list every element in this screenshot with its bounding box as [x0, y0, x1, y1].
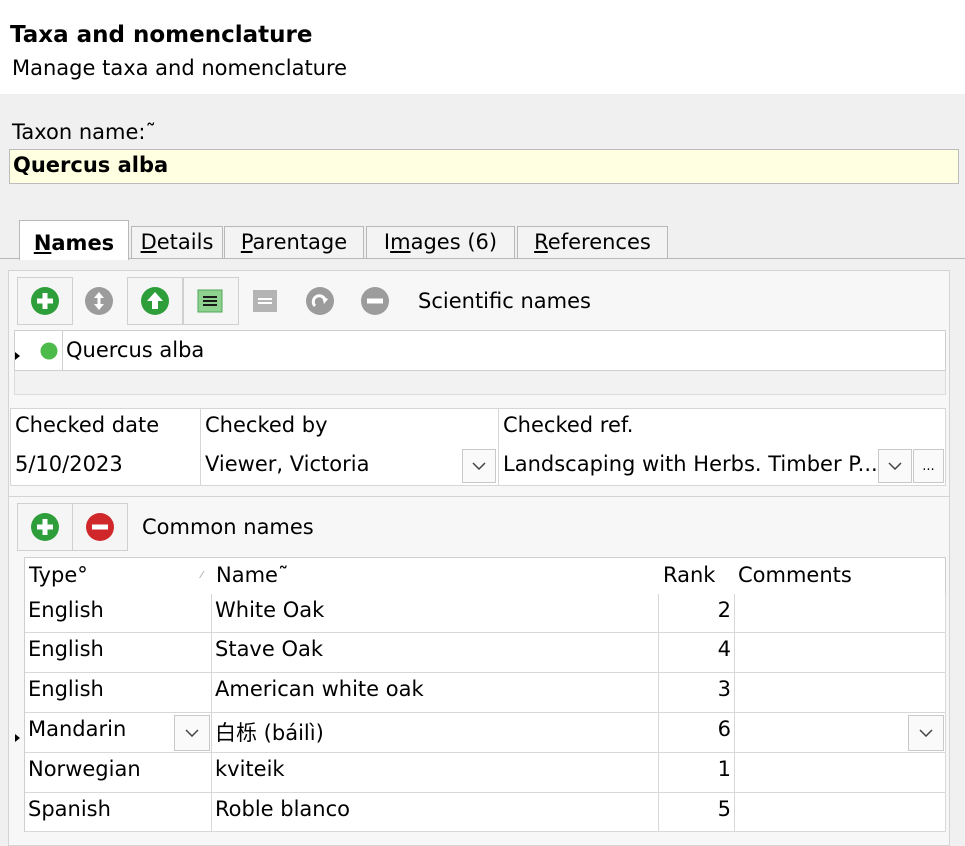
remove-scientific-name-button[interactable]	[349, 278, 401, 324]
table-cell-comments[interactable]	[735, 793, 946, 832]
checked-ref-value: Landscaping with Herbs. Timber P...	[503, 452, 878, 476]
table-cell-comments[interactable]	[735, 753, 946, 793]
page-subtitle: Manage taxa and nomenclature	[12, 56, 348, 80]
redo-name-button[interactable]	[294, 278, 346, 324]
checked-by-value: Viewer, Victoria	[205, 452, 370, 476]
page-title: Taxa and nomenclature	[10, 22, 313, 48]
column-header-rank[interactable]: Rank	[659, 558, 734, 594]
table-cell-comments[interactable]	[735, 633, 946, 673]
checked-ref-dropdown-button[interactable]	[878, 449, 912, 483]
equal-name-button[interactable]	[239, 278, 291, 324]
checked-ref-header: Checked ref.	[498, 408, 946, 448]
chevron-down-icon	[472, 462, 486, 470]
checked-by-dropdown-button[interactable]	[462, 449, 496, 483]
plus-circle-icon	[31, 513, 59, 541]
remove-common-name-button[interactable]	[74, 504, 126, 550]
tab-images[interactable]: Images (6)	[366, 226, 515, 258]
table-cell-name[interactable]: American white oak	[212, 673, 659, 713]
type-value: Mandarin	[28, 717, 127, 741]
move-updown-button[interactable]	[73, 278, 125, 324]
equal-box-icon	[253, 290, 277, 312]
checked-by-header: Checked by	[200, 408, 499, 448]
column-header-name[interactable]: Name˜	[212, 558, 658, 594]
redo-arrow-icon	[306, 287, 334, 315]
status-dot-icon	[40, 342, 58, 364]
arrow-up-circle-icon	[141, 287, 169, 315]
table-cell-comments[interactable]	[735, 594, 946, 633]
tab-strip-line	[0, 258, 965, 259]
checked-by-field[interactable]: Viewer, Victoria	[200, 447, 499, 486]
add-common-name-button[interactable]	[19, 504, 71, 550]
table-cell-rank[interactable]: 1	[659, 753, 735, 793]
taxon-name-field[interactable]: Quercus alba	[9, 149, 959, 184]
taxon-name-label: Taxon name:˜	[12, 120, 156, 144]
list-edit-icon	[197, 289, 223, 313]
row-pointer-icon	[15, 346, 21, 365]
column-header-type[interactable]: Type°	[25, 558, 211, 594]
scientific-names-label: Scientific names	[418, 289, 591, 313]
table-cell-type[interactable]: English	[25, 673, 212, 713]
table-cell-name[interactable]: Roble blanco	[212, 793, 659, 832]
table-cell-rank[interactable]: 2	[659, 594, 735, 633]
table-cell-rank[interactable]: 4	[659, 633, 735, 673]
sort-grip-icon: ⁄	[201, 570, 203, 581]
table-cell-type[interactable]: English	[25, 594, 212, 633]
list-column-divider	[62, 331, 63, 370]
add-scientific-name-button[interactable]	[19, 278, 71, 324]
comments-dropdown-button[interactable]	[908, 715, 944, 751]
checked-date-field[interactable]: 5/10/2023	[10, 447, 201, 486]
chevron-down-icon	[185, 729, 199, 737]
common-names-label: Common names	[142, 515, 314, 539]
tab-names[interactable]: Names	[19, 220, 129, 260]
chevron-down-icon	[888, 462, 902, 470]
checked-ref-browse-button[interactable]: ...	[913, 449, 944, 483]
type-dropdown-button[interactable]	[174, 715, 210, 751]
plus-circle-icon	[31, 287, 59, 315]
table-cell-name[interactable]: kviteik	[212, 753, 659, 793]
ellipsis-icon: ...	[922, 458, 935, 474]
minus-circle-icon	[86, 513, 114, 541]
minus-circle-icon	[361, 287, 389, 315]
column-header-comments[interactable]: Comments	[734, 558, 944, 594]
scientific-name-item[interactable]: Quercus alba	[66, 338, 204, 362]
chevron-down-icon	[919, 729, 933, 737]
table-cell-type[interactable]: English	[25, 633, 212, 673]
tab-details[interactable]: Details	[131, 226, 223, 258]
table-cell-comments[interactable]	[735, 673, 946, 713]
updown-arrow-icon	[85, 287, 113, 315]
scientific-list-footer	[14, 371, 946, 395]
tab-references[interactable]: References	[517, 226, 668, 258]
table-cell-rank[interactable]: 3	[659, 673, 735, 713]
table-cell-rank[interactable]: 5	[659, 793, 735, 832]
table-cell-rank[interactable]: 6	[659, 713, 735, 753]
checked-date-header: Checked date	[10, 408, 201, 448]
promote-name-button[interactable]	[129, 278, 181, 324]
row-pointer-icon	[15, 728, 21, 747]
table-cell-type[interactable]: Norwegian	[25, 753, 212, 793]
tab-parentage[interactable]: Parentage	[224, 226, 364, 258]
edit-name-button[interactable]	[184, 278, 236, 324]
table-cell-name[interactable]: Stave Oak	[212, 633, 659, 673]
table-cell-type[interactable]: Spanish	[25, 793, 212, 832]
table-cell-name[interactable]: 白栎 (báilì)	[212, 713, 659, 753]
table-cell-name[interactable]: White Oak	[212, 594, 659, 633]
